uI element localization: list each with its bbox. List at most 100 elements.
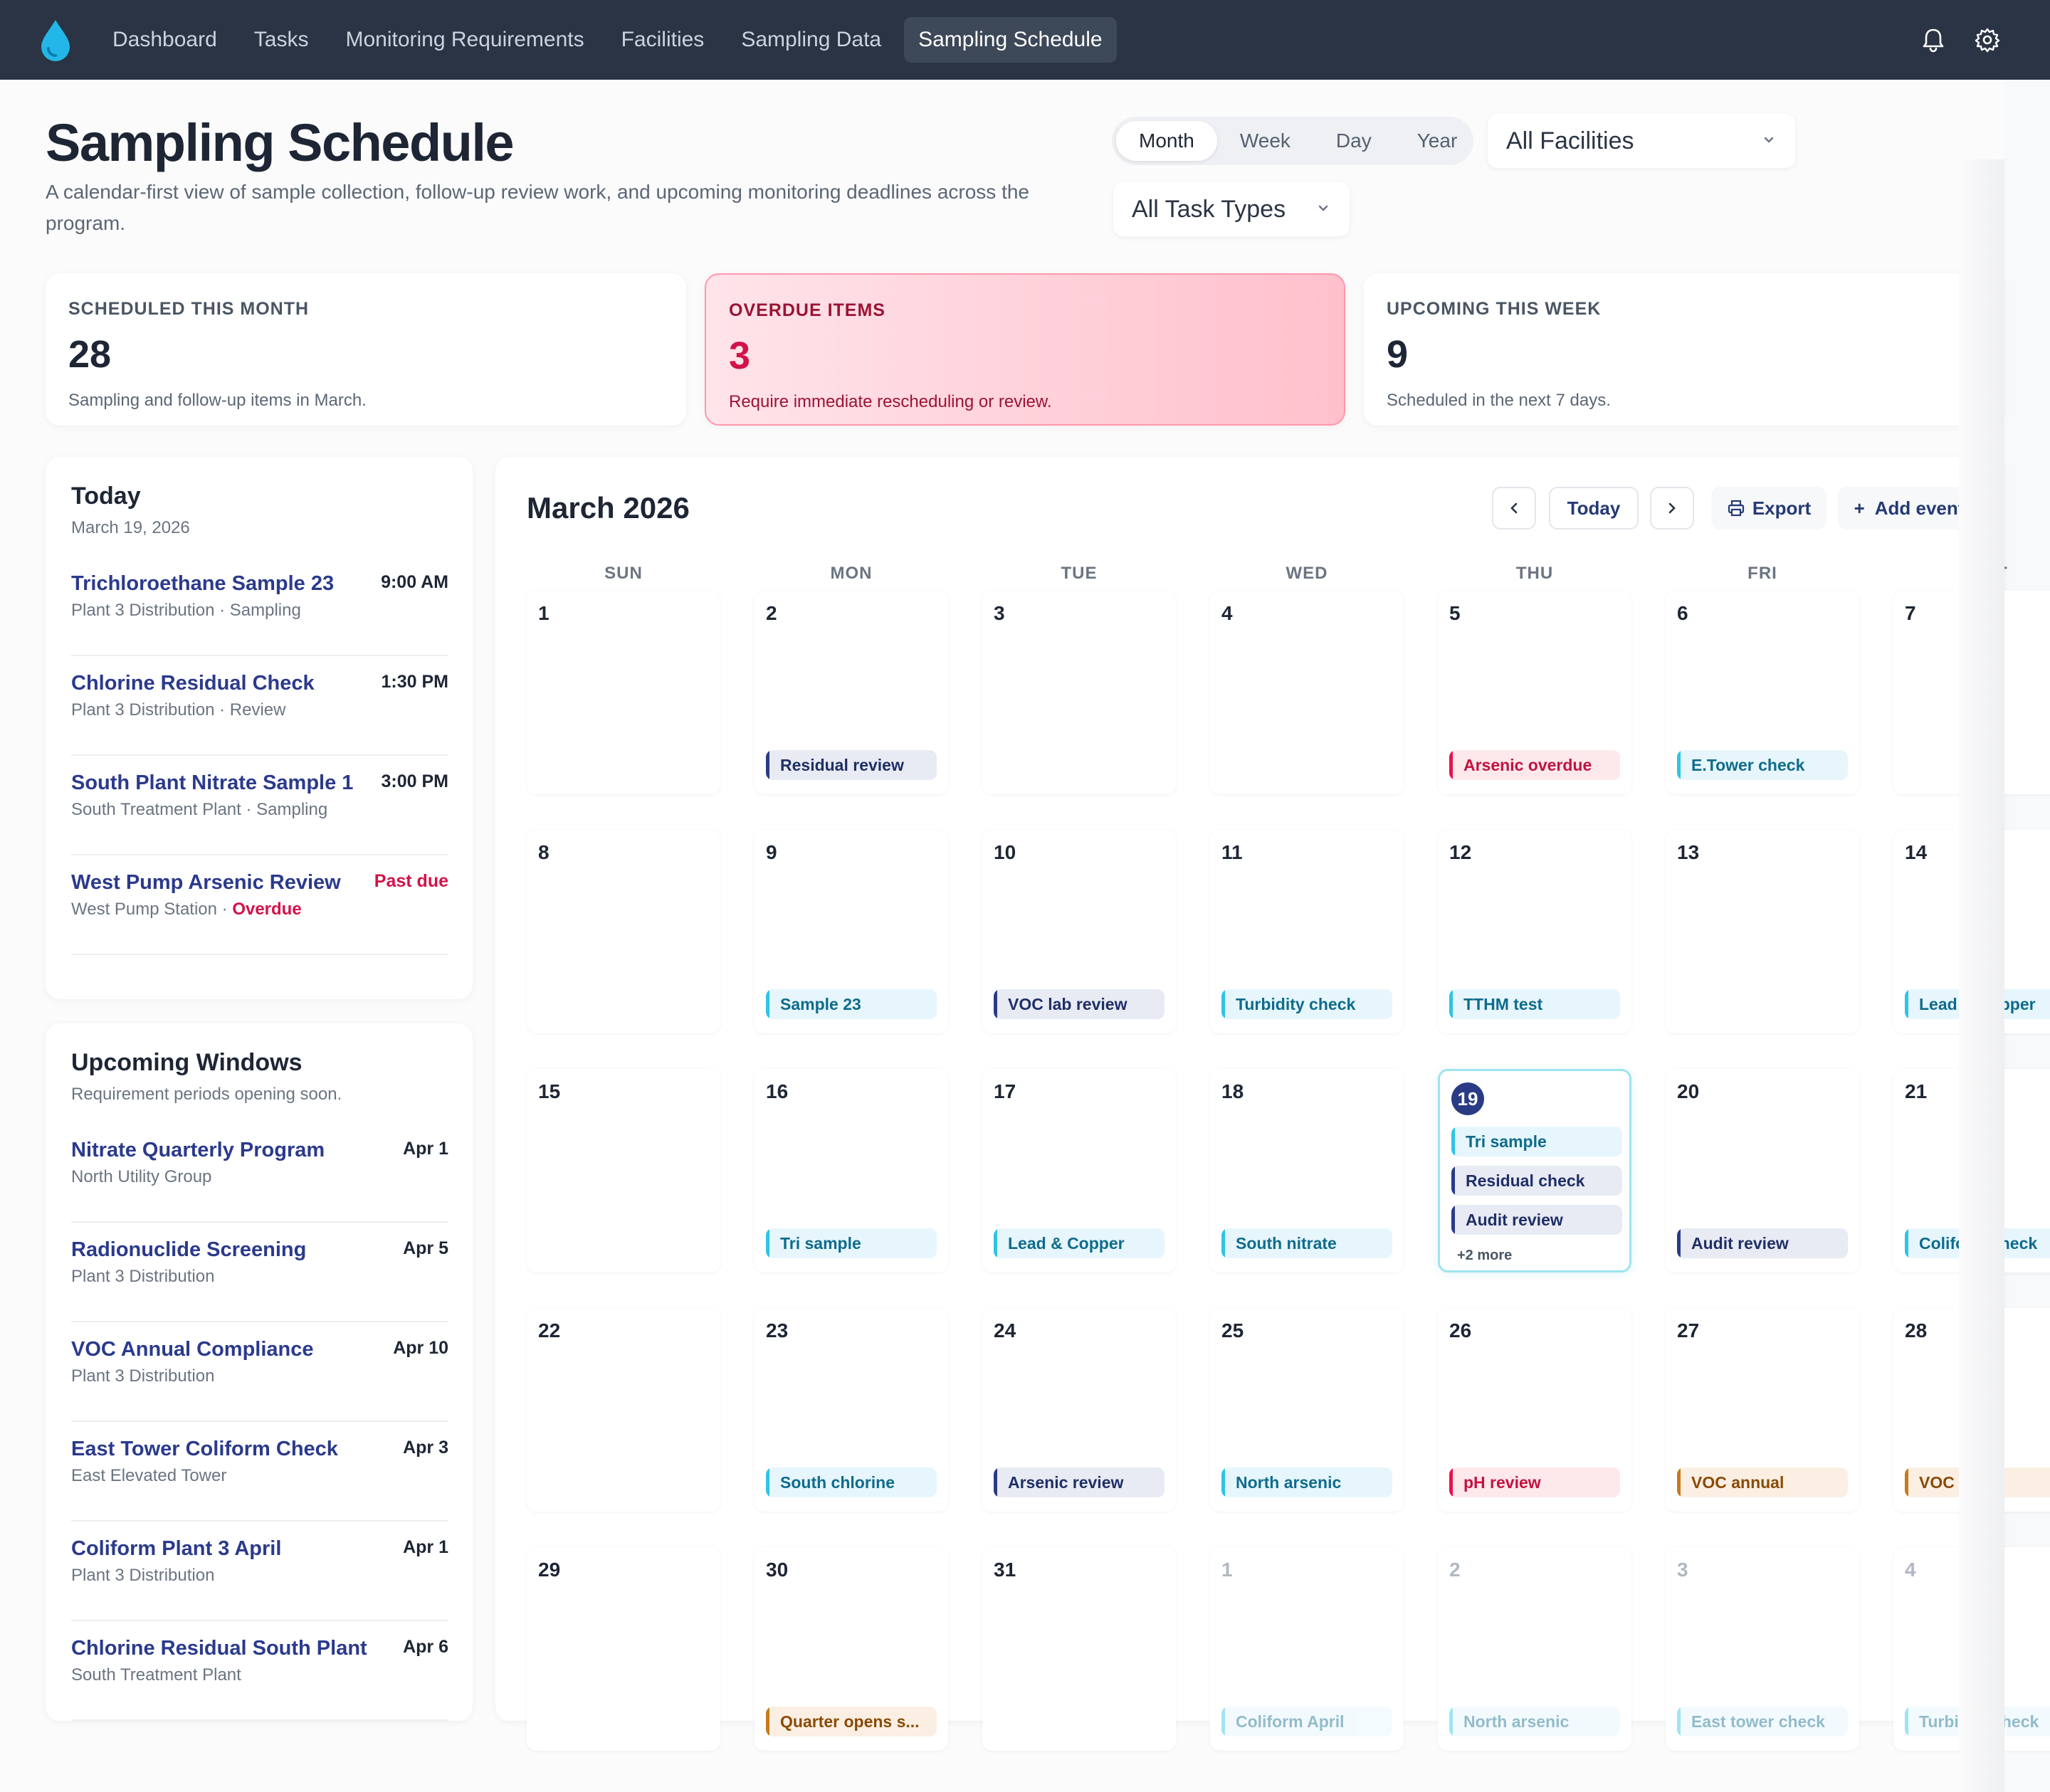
day-number: 30	[766, 1559, 789, 1581]
event-chip[interactable]: North arsenic	[1449, 1707, 1620, 1736]
calendar-day[interactable]: 18 South nitrate	[1210, 1069, 1404, 1272]
event-chip[interactable]: VOC annual	[1677, 1467, 1848, 1497]
day-number: 10	[994, 841, 1016, 863]
event-chip[interactable]: Quarter opens s...	[766, 1707, 937, 1736]
calendar-day[interactable]: 26 pH review	[1438, 1308, 1631, 1512]
calendar-day[interactable]: 25 North arsenic	[1210, 1308, 1404, 1512]
event-chip[interactable]: Residual review	[766, 750, 937, 780]
upcoming-item-date: Apr 3	[403, 1438, 448, 1458]
stat-card-scheduled: SCHEDULED THIS MONTH 28 Sampling and fol…	[46, 273, 686, 426]
upcoming-item[interactable]: Coliform Plant 3 April Plant 3 Distribut…	[71, 1522, 448, 1621]
calendar-day[interactable]: 15	[527, 1069, 720, 1272]
nav-link-dashboard[interactable]: Dashboard	[98, 17, 231, 63]
calendar-day[interactable]: 31	[982, 1547, 1176, 1751]
event-chip[interactable]: pH review	[1449, 1467, 1620, 1497]
day-number: 3	[994, 602, 1005, 624]
event-chip[interactable]: Arsenic review	[994, 1467, 1165, 1497]
task-type-filter-select[interactable]: All Task Types	[1113, 182, 1350, 236]
event-chip[interactable]: Audit review	[1677, 1228, 1848, 1258]
calendar-day[interactable]: 10 VOC lab review	[982, 830, 1176, 1033]
gear-icon[interactable]	[1973, 26, 2002, 54]
calendar-day[interactable]: 20 Audit review	[1666, 1069, 1859, 1272]
calendar-day[interactable]: 29	[527, 1547, 720, 1751]
nav-link-sampling-schedule[interactable]: Sampling Schedule	[904, 17, 1117, 63]
upcoming-item[interactable]: VOC Annual Compliance Plant 3 Distributi…	[71, 1322, 448, 1422]
event-chip[interactable]: Arsenic overdue	[1449, 750, 1620, 780]
calendar-day[interactable]: 8	[527, 830, 720, 1033]
more-events-link[interactable]: +2 more	[1457, 1248, 1512, 1264]
calendar-day[interactable]: 22	[527, 1308, 720, 1512]
upcoming-windows-panel: Upcoming Windows Requirement periods ope…	[46, 1023, 473, 1721]
event-chip[interactable]: TTHM test	[1449, 989, 1620, 1019]
calendar-day[interactable]: 5 Arsenic overdue	[1438, 591, 1631, 794]
event-chip[interactable]: Sample 23	[766, 989, 937, 1019]
day-number: 24	[994, 1319, 1016, 1342]
today-button[interactable]: Today	[1549, 487, 1639, 529]
event-chip[interactable]: E.Tower check	[1677, 750, 1848, 780]
event-chip[interactable]: Residual check	[1451, 1166, 1622, 1196]
nav-link-tasks[interactable]: Tasks	[240, 17, 323, 63]
add-event-label: Add event	[1874, 497, 1965, 519]
event-chip[interactable]: Lead & Copper	[994, 1228, 1165, 1258]
event-chip[interactable]: VOC lab review	[994, 989, 1165, 1019]
calendar-day[interactable]: 4	[1210, 591, 1404, 794]
calendar-day[interactable]: 3 East tower check	[1666, 1547, 1859, 1751]
event-chip[interactable]: Tri sample	[766, 1228, 937, 1258]
calendar-day[interactable]: 3	[982, 591, 1176, 794]
event-chip[interactable]: Audit review	[1451, 1205, 1622, 1235]
event-chip[interactable]: North arsenic	[1221, 1467, 1392, 1497]
event-chip[interactable]: East tower check	[1677, 1707, 1848, 1736]
event-chip[interactable]: Turbidity check	[1221, 989, 1392, 1019]
calendar-day[interactable]: 24 Arsenic review	[982, 1308, 1176, 1512]
calendar-day-today[interactable]: 19 Tri sample Residual check Audit review +2…	[1438, 1069, 1631, 1272]
nav-link-monitoring-requirements[interactable]: Monitoring Requirements	[331, 17, 598, 63]
upcoming-item-title: East Tower Coliform Check	[71, 1438, 338, 1460]
upcoming-item[interactable]: Nitrate Quarterly Program North Utility …	[71, 1123, 448, 1223]
nav-link-sampling-data[interactable]: Sampling Data	[727, 17, 895, 63]
facility-filter-select[interactable]: All Facilities	[1488, 114, 1795, 168]
calendar-day[interactable]: 17 Lead & Copper	[982, 1069, 1176, 1272]
calendar-day[interactable]: 30 Quarter opens s...	[755, 1547, 948, 1751]
today-item[interactable]: West Pump Arsenic Review West Pump Stati…	[71, 855, 448, 955]
today-item-title: South Plant Nitrate Sample 1	[71, 771, 354, 794]
upcoming-item[interactable]: Chlorine Residual South Plant South Trea…	[71, 1621, 448, 1721]
next-month-button[interactable]	[1650, 487, 1694, 529]
today-item[interactable]: Trichloroethane Sample 23 Plant 3 Distri…	[71, 557, 448, 656]
calendar-day[interactable]: 16 Tri sample	[755, 1069, 948, 1272]
day-number: 1	[538, 602, 550, 624]
calendar-day[interactable]: 9 Sample 23	[755, 830, 948, 1033]
water-drop-icon[interactable]	[37, 17, 74, 63]
stat-card-overdue: OVERDUE ITEMS 3 Require immediate resche…	[705, 273, 1345, 426]
export-button[interactable]: Export	[1711, 487, 1826, 529]
calendar-day[interactable]: 2 North arsenic	[1438, 1547, 1631, 1751]
calendar-day[interactable]: 23 South chlorine	[755, 1308, 948, 1512]
calendar-day[interactable]: 1	[527, 591, 720, 794]
event-chip[interactable]: South nitrate	[1221, 1228, 1392, 1258]
nav-link-facilities[interactable]: Facilities	[607, 17, 719, 63]
bell-icon[interactable]	[1919, 26, 1948, 54]
day-number: 9	[766, 841, 777, 863]
calendar-day[interactable]: 11 Turbidity check	[1210, 830, 1404, 1033]
view-option-month[interactable]: Month	[1116, 121, 1217, 161]
event-chip[interactable]: Tri sample	[1451, 1127, 1622, 1156]
upcoming-item[interactable]: East Tower Coliform Check East Elevated …	[71, 1422, 448, 1522]
calendar-day[interactable]: 1 Coliform April	[1210, 1547, 1404, 1751]
event-chip[interactable]: Coliform April	[1221, 1707, 1392, 1736]
calendar-day[interactable]: 2 Residual review	[755, 591, 948, 794]
calendar-day[interactable]: 27 VOC annual	[1666, 1308, 1859, 1512]
calendar-day[interactable]: 13	[1666, 830, 1859, 1033]
view-option-year[interactable]: Year	[1394, 121, 1481, 161]
upcoming-item[interactable]: Radionuclide Screening Plant 3 Distribut…	[71, 1223, 448, 1322]
today-item[interactable]: Chlorine Residual Check Plant 3 Distribu…	[71, 656, 448, 756]
prev-month-button[interactable]	[1492, 487, 1536, 529]
stat-label: UPCOMING THIS WEEK	[1387, 299, 1602, 319]
event-chip[interactable]: South chlorine	[766, 1467, 937, 1497]
stat-card-upcoming: UPCOMING THIS WEEK 9 Scheduled in the ne…	[1364, 273, 2004, 426]
calendar-day[interactable]: 12 TTHM test	[1438, 830, 1631, 1033]
calendar-day[interactable]: 6 E.Tower check	[1666, 591, 1859, 794]
chevron-down-icon	[1764, 137, 1774, 143]
view-option-day[interactable]: Day	[1313, 121, 1394, 161]
view-toggle: Month Week Day Year	[1112, 117, 1473, 165]
today-item[interactable]: South Plant Nitrate Sample 1 South Treat…	[71, 756, 448, 855]
view-option-week[interactable]: Week	[1217, 121, 1313, 161]
